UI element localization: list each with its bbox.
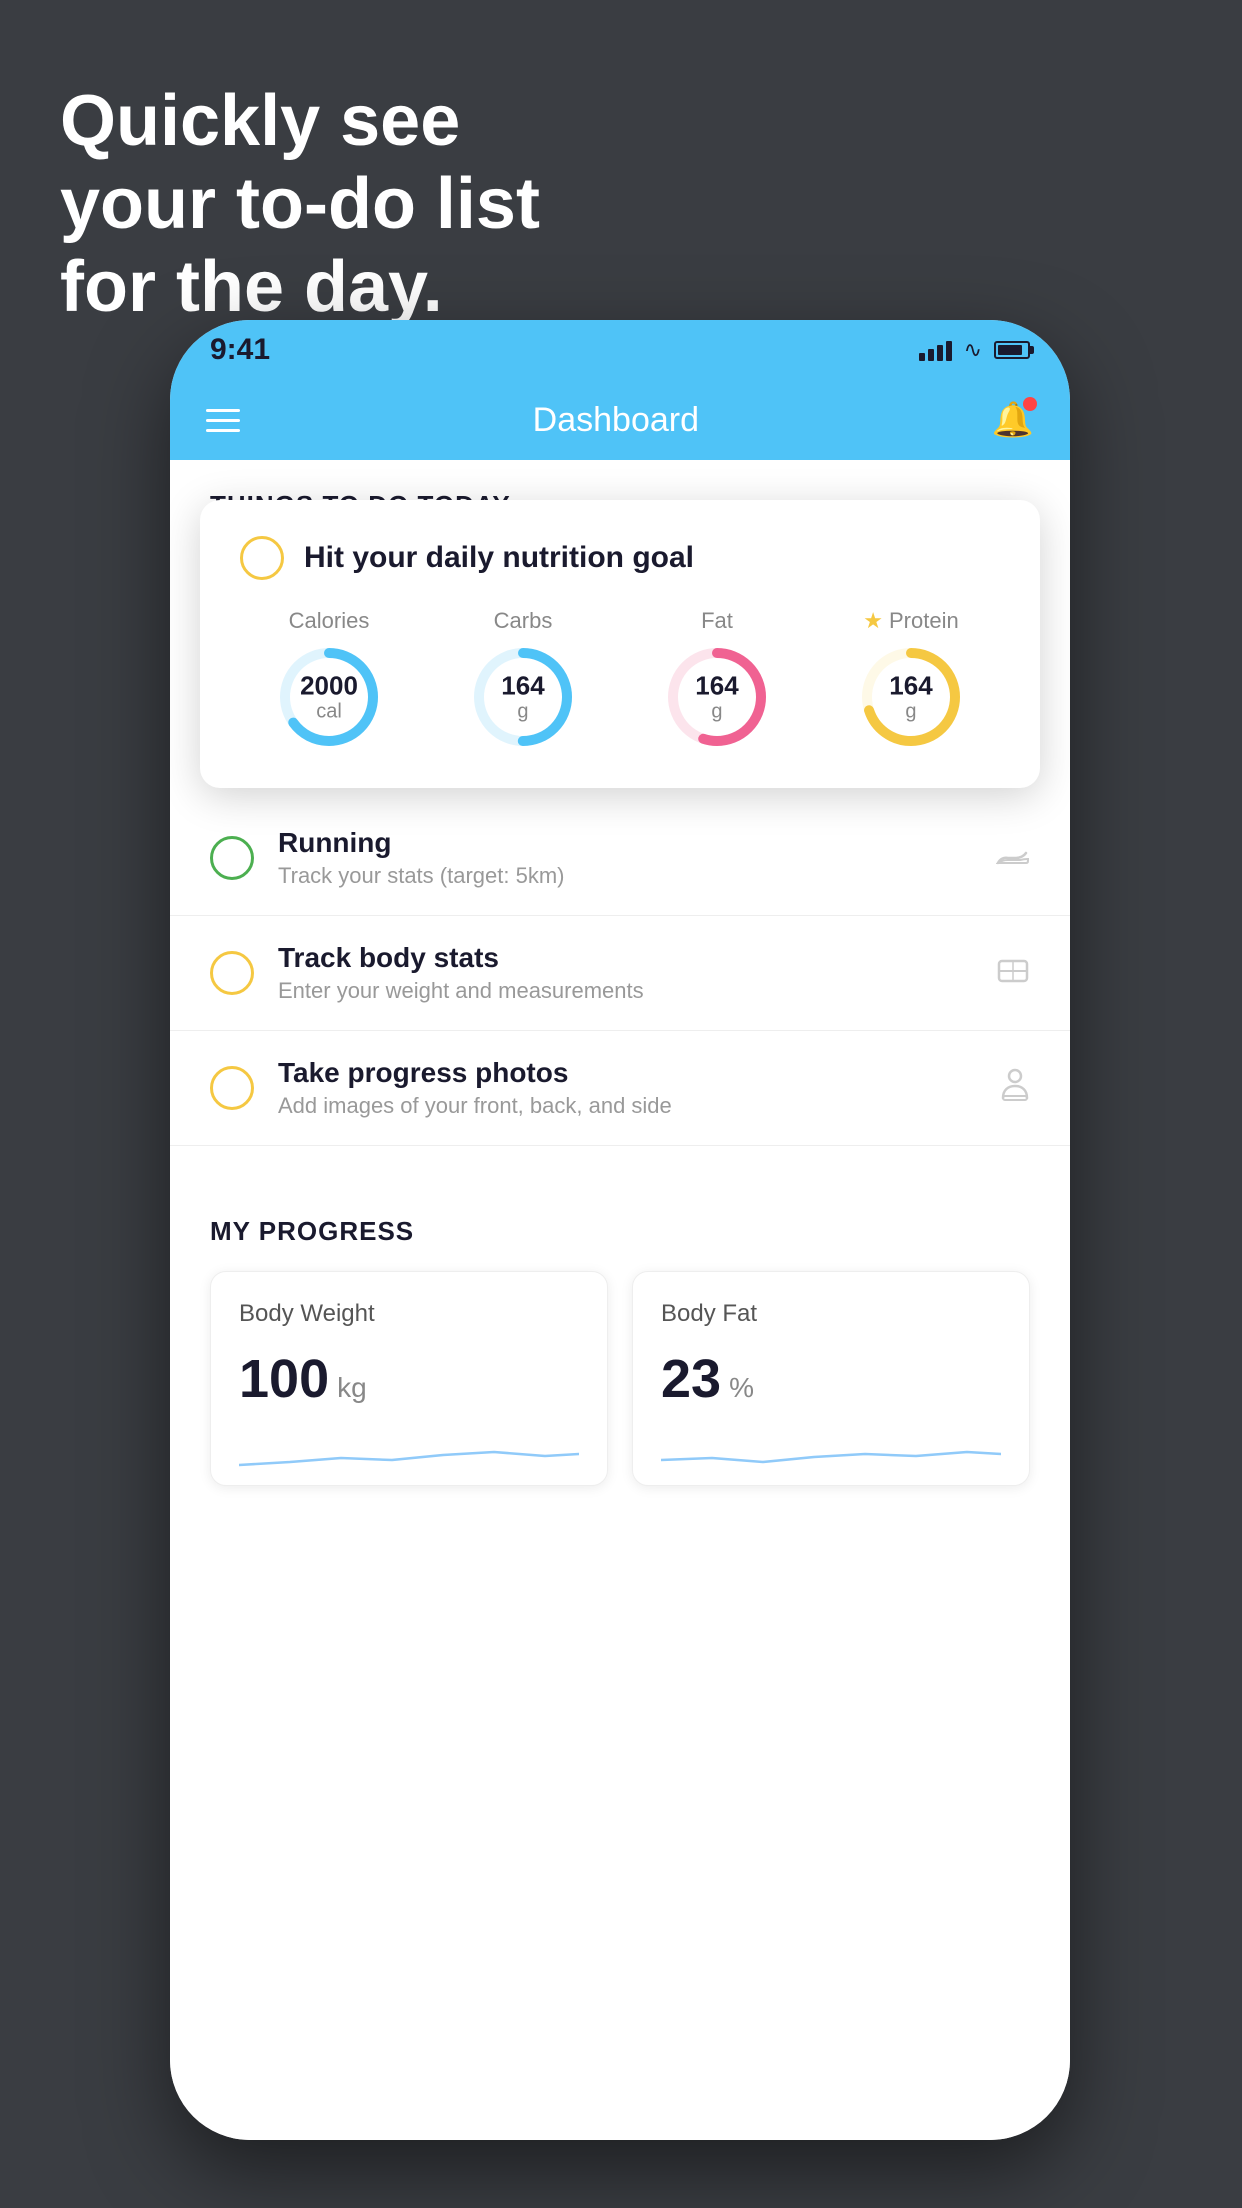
body-weight-value: 100 kg	[239, 1348, 579, 1410]
macro-calories: Calories 2000 cal	[274, 608, 384, 752]
calories-ring: 2000 cal	[274, 642, 384, 752]
body-weight-card: Body Weight 100 kg	[210, 1271, 608, 1486]
running-text: Running Track your stats (target: 5km)	[278, 827, 972, 889]
nav-title: Dashboard	[533, 401, 699, 440]
macro-fat: Fat 164 g	[662, 608, 772, 752]
headline-line3: for the day.	[60, 247, 443, 327]
carbs-ring: 164 g	[468, 642, 578, 752]
star-icon: ★	[863, 608, 883, 634]
protein-ring: 164 g	[856, 642, 966, 752]
macro-carbs: Carbs 164 g	[468, 608, 578, 752]
body-stats-title: Track body stats	[278, 942, 972, 974]
notification-bell[interactable]: 🔔	[992, 400, 1034, 440]
nutrition-title: Hit your daily nutrition goal	[304, 541, 694, 575]
body-weight-number: 100	[239, 1348, 329, 1410]
progress-title: MY PROGRESS	[210, 1216, 1030, 1247]
nutrition-card: Hit your daily nutrition goal Calories 2…	[200, 500, 1040, 788]
macro-fat-label: Fat	[701, 608, 733, 634]
headline-line1: Quickly see	[60, 81, 460, 161]
person-icon	[1000, 1068, 1030, 1109]
todo-item-progress-photos[interactable]: Take progress photos Add images of your …	[170, 1031, 1070, 1146]
body-fat-unit: %	[729, 1372, 754, 1404]
signal-icon	[919, 339, 952, 361]
nav-bar: Dashboard 🔔	[170, 380, 1070, 460]
nutrition-macros: Calories 2000 cal Carbs	[240, 608, 1000, 752]
running-checkbox[interactable]	[210, 836, 254, 880]
progress-section: MY PROGRESS Body Weight 100 kg Body Fat	[170, 1176, 1070, 1486]
status-time: 9:41	[210, 333, 270, 367]
hamburger-menu[interactable]	[206, 409, 240, 432]
progress-photos-title: Take progress photos	[278, 1057, 976, 1089]
body-stats-text: Track body stats Enter your weight and m…	[278, 942, 972, 1004]
todo-item-body-stats[interactable]: Track body stats Enter your weight and m…	[170, 916, 1070, 1031]
body-stats-checkbox[interactable]	[210, 951, 254, 995]
phone-frame: 9:41 ∿ Dashboard 🔔 THI	[170, 320, 1070, 2140]
running-subtitle: Track your stats (target: 5km)	[278, 863, 972, 889]
body-fat-sparkline	[661, 1430, 1001, 1480]
status-bar: 9:41 ∿	[170, 320, 1070, 380]
body-fat-card: Body Fat 23 %	[632, 1271, 1030, 1486]
body-fat-value: 23 %	[661, 1348, 1001, 1410]
body-weight-card-title: Body Weight	[239, 1300, 579, 1328]
status-icons: ∿	[919, 337, 1030, 363]
progress-photos-subtitle: Add images of your front, back, and side	[278, 1093, 976, 1119]
body-fat-card-title: Body Fat	[661, 1300, 1001, 1328]
content-area: THINGS TO DO TODAY Hit your daily nutrit…	[170, 460, 1070, 2140]
fat-ring: 164 g	[662, 642, 772, 752]
wifi-icon: ∿	[964, 337, 982, 363]
macro-protein: ★ Protein 164 g	[856, 608, 966, 752]
macro-carbs-label: Carbs	[494, 608, 553, 634]
body-weight-sparkline	[239, 1430, 579, 1480]
body-weight-unit: kg	[337, 1372, 367, 1404]
headline: Quickly see your to-do list for the day.	[60, 80, 540, 328]
todo-item-running[interactable]: Running Track your stats (target: 5km)	[170, 801, 1070, 916]
scale-icon	[996, 953, 1030, 994]
progress-photos-text: Take progress photos Add images of your …	[278, 1057, 976, 1119]
headline-line2: your to-do list	[60, 164, 540, 244]
nutrition-header: Hit your daily nutrition goal	[240, 536, 1000, 580]
macro-calories-label: Calories	[289, 608, 370, 634]
shoe-icon	[996, 841, 1030, 876]
todo-list: Running Track your stats (target: 5km) T…	[170, 801, 1070, 1146]
nutrition-checkbox[interactable]	[240, 536, 284, 580]
progress-cards: Body Weight 100 kg Body Fat 23 %	[210, 1271, 1030, 1486]
body-stats-subtitle: Enter your weight and measurements	[278, 978, 972, 1004]
notification-dot	[1023, 397, 1037, 411]
macro-protein-label: ★ Protein	[863, 608, 958, 634]
body-fat-number: 23	[661, 1348, 721, 1410]
battery-icon	[994, 341, 1030, 359]
running-title: Running	[278, 827, 972, 859]
progress-photos-checkbox[interactable]	[210, 1066, 254, 1110]
